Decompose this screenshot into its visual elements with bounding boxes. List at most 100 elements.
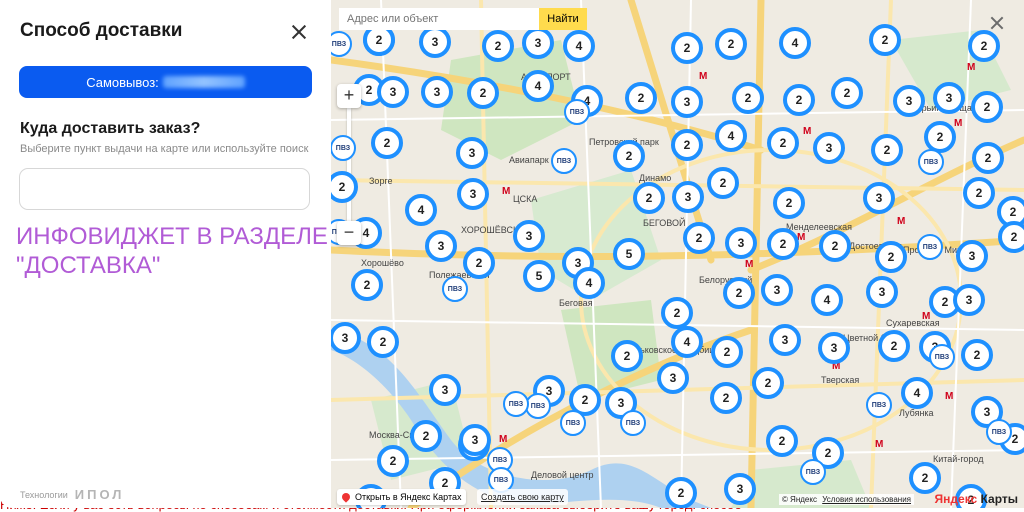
pickup-cluster-marker[interactable]: 3 xyxy=(377,76,409,108)
pickup-cluster-marker[interactable]: 3 xyxy=(893,85,925,117)
pvz-marker[interactable]: ПВЗ xyxy=(917,234,943,260)
pickup-cluster-marker[interactable]: 2 xyxy=(732,82,764,114)
pickup-cluster-marker[interactable]: 2 xyxy=(633,182,665,214)
pickup-cluster-marker[interactable]: 2 xyxy=(463,247,495,279)
pickup-cluster-marker[interactable]: 2 xyxy=(972,142,1004,174)
pickup-cluster-marker[interactable]: 3 xyxy=(522,27,554,59)
pickup-cluster-marker[interactable]: 2 xyxy=(963,177,995,209)
pickup-cluster-marker[interactable]: 2 xyxy=(767,127,799,159)
pickup-cluster-marker[interactable]: 3 xyxy=(813,132,845,164)
pvz-marker[interactable]: ПВЗ xyxy=(800,459,826,485)
zoom-in-button[interactable]: + xyxy=(337,84,361,108)
pickup-cluster-marker[interactable]: 2 xyxy=(671,129,703,161)
pvz-marker[interactable]: ПВЗ xyxy=(551,148,577,174)
pickup-cluster-marker[interactable]: 2 xyxy=(875,241,907,273)
pickup-button[interactable]: Самовывоз: xyxy=(19,66,312,98)
pickup-cluster-marker[interactable]: 2 xyxy=(819,230,851,262)
address-input[interactable] xyxy=(19,168,310,210)
pickup-cluster-marker[interactable]: 2 xyxy=(871,134,903,166)
pvz-marker[interactable]: ПВЗ xyxy=(503,391,529,417)
pvz-marker[interactable]: ПВЗ xyxy=(560,410,586,436)
pvz-marker[interactable]: ПВЗ xyxy=(442,276,468,302)
pickup-cluster-marker[interactable]: 2 xyxy=(773,187,805,219)
pickup-cluster-marker[interactable]: 2 xyxy=(968,30,1000,62)
close-panel-icon[interactable] xyxy=(288,21,310,43)
pickup-cluster-marker[interactable]: 2 xyxy=(467,77,499,109)
pvz-marker[interactable]: ПВЗ xyxy=(918,149,944,175)
pickup-cluster-marker[interactable]: 4 xyxy=(811,284,843,316)
pickup-cluster-marker[interactable]: 2 xyxy=(961,339,993,371)
pickup-cluster-marker[interactable]: 3 xyxy=(933,82,965,114)
map-close-icon[interactable] xyxy=(988,14,1006,32)
pickup-cluster-marker[interactable]: 2 xyxy=(371,127,403,159)
pickup-cluster-marker[interactable]: 2 xyxy=(767,228,799,260)
pickup-cluster-marker[interactable]: 2 xyxy=(711,336,743,368)
open-in-yandex-link[interactable]: Открыть в Яндекс Картах xyxy=(337,489,467,505)
pickup-cluster-marker[interactable]: 4 xyxy=(671,326,703,358)
pickup-cluster-marker[interactable]: 2 xyxy=(611,340,643,372)
pickup-cluster-marker[interactable]: 3 xyxy=(672,181,704,213)
pickup-cluster-marker[interactable]: 4 xyxy=(715,120,747,152)
pickup-cluster-marker[interactable]: 4 xyxy=(779,27,811,59)
pickup-cluster-marker[interactable]: 2 xyxy=(766,425,798,457)
pickup-cluster-marker[interactable]: 2 xyxy=(613,140,645,172)
pickup-cluster-marker[interactable]: 2 xyxy=(351,269,383,301)
zoom-slider-track[interactable] xyxy=(347,108,351,222)
pickup-cluster-marker[interactable]: 2 xyxy=(367,326,399,358)
map-search-input[interactable] xyxy=(339,8,539,30)
pickup-cluster-marker[interactable]: 5 xyxy=(613,238,645,270)
pickup-cluster-marker[interactable]: 3 xyxy=(457,178,489,210)
pvz-marker[interactable]: ПВЗ xyxy=(620,410,646,436)
pickup-cluster-marker[interactable]: 4 xyxy=(405,194,437,226)
pickup-cluster-marker[interactable]: 4 xyxy=(901,377,933,409)
pvz-marker[interactable]: ПВЗ xyxy=(525,393,551,419)
create-map-link[interactable]: Создать свою карту xyxy=(477,489,568,505)
pickup-cluster-marker[interactable]: 3 xyxy=(459,424,491,456)
pickup-cluster-marker[interactable]: 3 xyxy=(456,137,488,169)
pickup-cluster-marker[interactable]: 3 xyxy=(671,86,703,118)
pickup-cluster-marker[interactable]: 2 xyxy=(625,82,657,114)
zoom-out-button[interactable]: − xyxy=(337,221,361,245)
pickup-cluster-marker[interactable]: 3 xyxy=(419,26,451,58)
pickup-cluster-marker[interactable]: 3 xyxy=(818,332,850,364)
pickup-cluster-marker[interactable]: 2 xyxy=(482,30,514,62)
pvz-marker[interactable]: ПВЗ xyxy=(929,344,955,370)
pickup-cluster-marker[interactable]: 4 xyxy=(522,70,554,102)
pickup-cluster-marker[interactable]: 3 xyxy=(421,76,453,108)
pvz-marker[interactable]: ПВЗ xyxy=(986,419,1012,445)
pickup-cluster-marker[interactable]: 2 xyxy=(377,445,409,477)
pickup-cluster-marker[interactable]: 3 xyxy=(725,227,757,259)
pickup-cluster-marker[interactable]: 2 xyxy=(783,84,815,116)
pickup-cluster-marker[interactable]: 2 xyxy=(710,382,742,414)
pvz-marker[interactable]: ПВЗ xyxy=(564,99,590,125)
yandex-map[interactable]: Найти + − АЭРОПОРТАвиапаркЦСКАХОРОШЁВСКИ… xyxy=(331,0,1024,508)
pickup-cluster-marker[interactable]: 2 xyxy=(410,420,442,452)
map-search-button[interactable]: Найти xyxy=(539,8,587,30)
pickup-cluster-marker[interactable]: 2 xyxy=(878,330,910,362)
pickup-cluster-marker[interactable]: 2 xyxy=(752,367,784,399)
pickup-cluster-marker[interactable]: 3 xyxy=(866,276,898,308)
pvz-marker[interactable]: ПВЗ xyxy=(331,135,356,161)
pickup-cluster-marker[interactable]: 3 xyxy=(769,324,801,356)
pickup-cluster-marker[interactable]: 3 xyxy=(513,220,545,252)
pvz-marker[interactable]: ПВЗ xyxy=(866,392,892,418)
pickup-cluster-marker[interactable]: 3 xyxy=(863,182,895,214)
pickup-cluster-marker[interactable]: 2 xyxy=(998,221,1024,253)
pickup-cluster-marker[interactable]: 2 xyxy=(683,222,715,254)
pickup-cluster-marker[interactable]: 2 xyxy=(715,28,747,60)
pickup-cluster-marker[interactable]: 2 xyxy=(661,297,693,329)
pickup-cluster-marker[interactable]: 2 xyxy=(831,77,863,109)
pickup-cluster-marker[interactable]: 3 xyxy=(425,230,457,262)
pickup-cluster-marker[interactable]: 5 xyxy=(523,260,555,292)
pickup-cluster-marker[interactable]: 3 xyxy=(657,362,689,394)
pickup-cluster-marker[interactable]: 2 xyxy=(869,24,901,56)
pickup-cluster-marker[interactable]: 2 xyxy=(723,277,755,309)
pickup-cluster-marker[interactable]: 2 xyxy=(707,167,739,199)
pickup-cluster-marker[interactable]: 4 xyxy=(563,30,595,62)
pickup-cluster-marker[interactable]: 2 xyxy=(671,32,703,64)
pickup-cluster-marker[interactable]: 2 xyxy=(971,91,1003,123)
pickup-cluster-marker[interactable]: 3 xyxy=(761,274,793,306)
pickup-cluster-marker[interactable]: 3 xyxy=(429,374,461,406)
pickup-cluster-marker[interactable]: 3 xyxy=(953,284,985,316)
pickup-cluster-marker[interactable]: 4 xyxy=(573,267,605,299)
